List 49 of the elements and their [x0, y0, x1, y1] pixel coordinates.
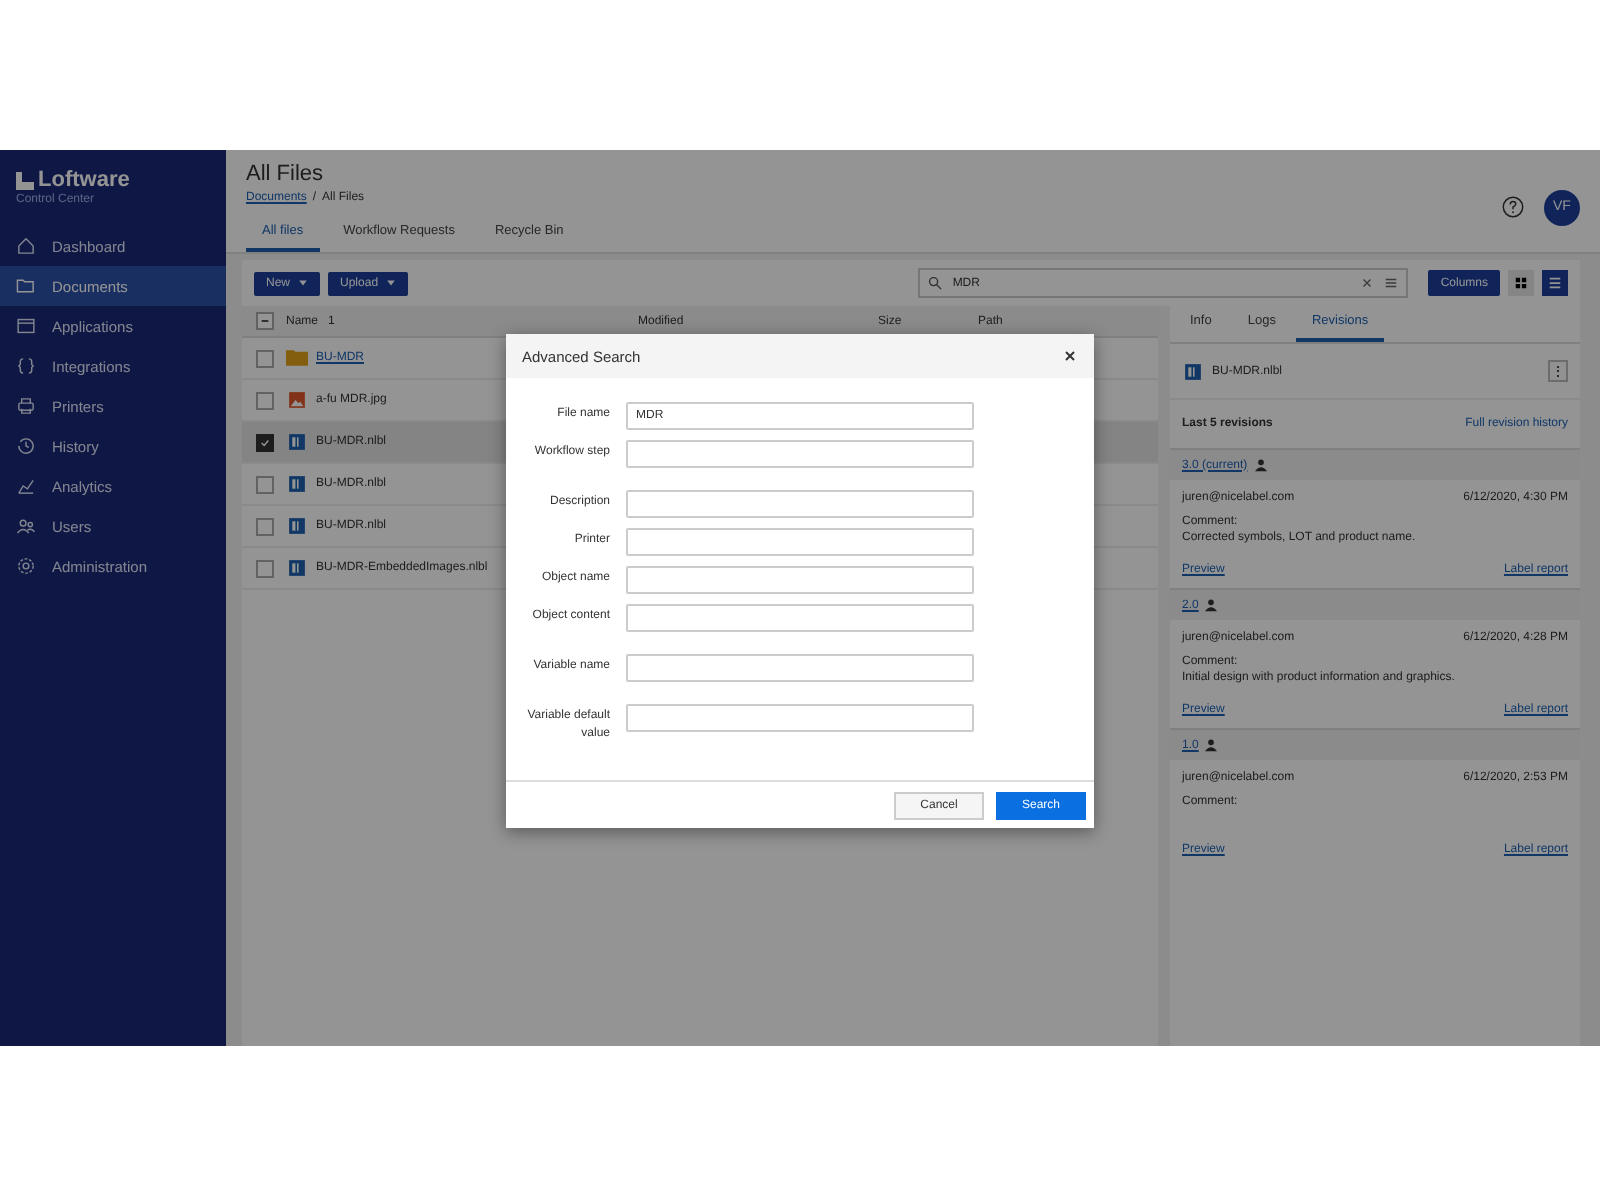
logo-name: Loftware: [38, 168, 130, 192]
row-checkbox[interactable]: [255, 475, 273, 493]
label-file-icon: [286, 434, 308, 450]
image-icon: [286, 392, 308, 408]
user-icon: [1204, 738, 1219, 752]
grid-icon: [1514, 276, 1528, 290]
search-icon: [928, 276, 943, 290]
row-checkbox[interactable]: [255, 433, 273, 451]
label-file-icon: [286, 476, 308, 492]
input-field[interactable]: [626, 566, 974, 594]
home-icon: [16, 236, 36, 256]
settings-icon: [16, 556, 36, 576]
row-checkbox[interactable]: [255, 349, 273, 367]
list-view-button[interactable]: [1542, 270, 1568, 296]
filter-icon[interactable]: [1384, 276, 1399, 290]
label-file-icon: [1182, 363, 1204, 379]
printer-icon: [16, 396, 36, 416]
dash-icon: [259, 316, 269, 326]
row-checkbox[interactable]: [255, 517, 273, 535]
label-file-icon: [286, 560, 308, 576]
chart-icon: [16, 476, 36, 496]
input-field[interactable]: [626, 654, 974, 682]
input-field[interactable]: [626, 440, 974, 468]
clear-icon[interactable]: [1360, 276, 1375, 290]
select-all-checkbox[interactable]: [255, 312, 273, 330]
folder-icon: [16, 276, 36, 296]
checkmark-icon: [259, 437, 269, 447]
page-title: All Files: [246, 162, 326, 186]
caret-icon: [386, 278, 397, 288]
input-field[interactable]: [626, 490, 974, 518]
grid-view-button[interactable]: [1508, 270, 1534, 296]
window-icon: [16, 316, 36, 336]
users-icon: [16, 516, 36, 536]
close-button[interactable]: [1062, 348, 1078, 364]
row-checkbox[interactable]: [255, 391, 273, 409]
list-icon: [1548, 276, 1562, 290]
user-icon: [1253, 458, 1268, 472]
user-icon: [1204, 598, 1219, 612]
logo-icon: [16, 171, 34, 189]
input-field[interactable]: [626, 604, 974, 632]
input-field[interactable]: [626, 528, 974, 556]
caret-icon: [298, 278, 309, 288]
help-icon[interactable]: [1502, 196, 1524, 218]
input-field[interactable]: [626, 704, 974, 732]
braces-icon: [16, 356, 36, 376]
history-icon: [16, 436, 36, 456]
label-file-icon: [286, 518, 308, 534]
folder-icon: [286, 350, 308, 366]
row-checkbox[interactable]: [255, 559, 273, 577]
